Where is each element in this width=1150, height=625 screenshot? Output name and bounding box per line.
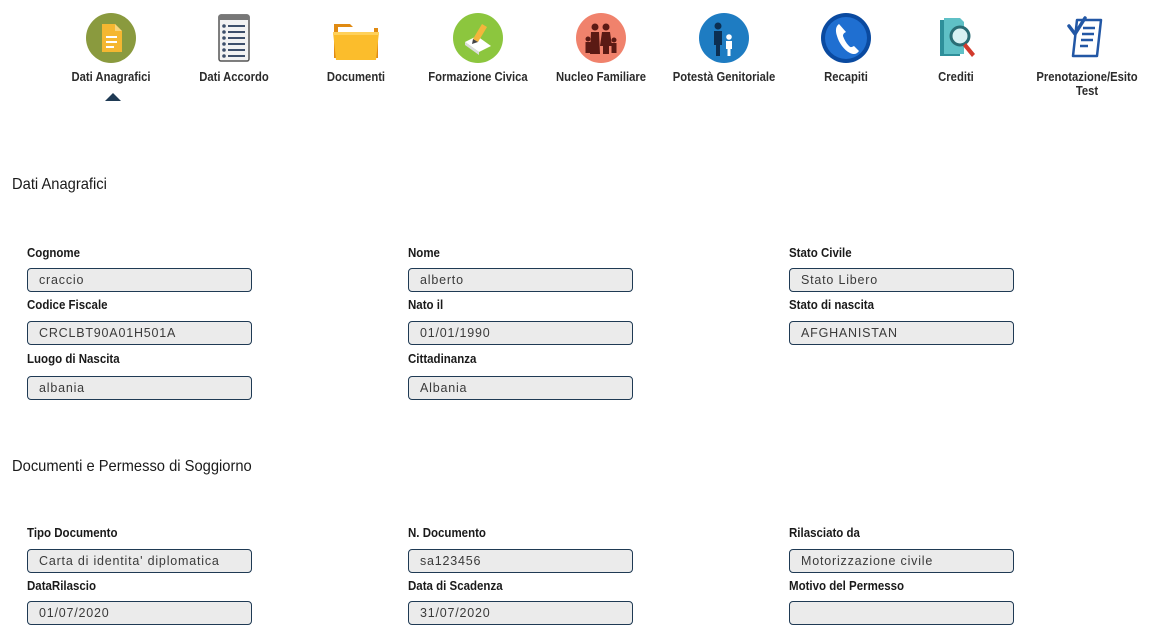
- section-title-documenti-permesso: Documenti e Permesso di Soggiorno: [12, 458, 252, 475]
- nav-label: Prenotazione/Esito Test: [1036, 70, 1138, 98]
- cittadinanza-field[interactable]: [408, 376, 633, 400]
- nav-item-formazione-civica[interactable]: Formazione Civica: [418, 12, 538, 84]
- nav-item-recapiti[interactable]: Recapiti: [786, 12, 906, 84]
- phone-icon: [821, 13, 871, 63]
- magnifier-document-icon: [940, 18, 975, 57]
- n-documento-field[interactable]: [408, 549, 633, 573]
- nav-label: Recapiti: [824, 70, 868, 84]
- nato-il-label: Nato il: [408, 298, 444, 312]
- tipo-documento-field[interactable]: [27, 549, 252, 573]
- codice-fiscale-field[interactable]: [27, 321, 252, 345]
- data-scadenza-field[interactable]: [408, 601, 633, 625]
- stato-civile-field[interactable]: [789, 268, 1014, 292]
- data-rilascio-label: DataRilascio: [27, 579, 97, 593]
- nav-item-prenotazione-esito-test[interactable]: Prenotazione/Esito Test: [1027, 12, 1147, 98]
- stato-nascita-label: Stato di nascita: [789, 298, 874, 312]
- nav-label: Dati Accordo: [199, 70, 269, 84]
- section-title-dati-anagrafici: Dati Anagrafici: [12, 176, 107, 193]
- nome-field[interactable]: [408, 268, 633, 292]
- document-icon: [86, 13, 136, 63]
- luogo-nascita-field[interactable]: [27, 376, 252, 400]
- nav-label: Nucleo Familiare: [555, 70, 647, 84]
- icon-navigation-bar: Dati Anagrafici Dati Accordo Documenti F…: [0, 0, 1150, 130]
- stato-nascita-field[interactable]: [789, 321, 1014, 345]
- nav-item-potesta-genitoriale[interactable]: Potestà Genitoriale: [664, 12, 784, 84]
- folder-icon: [333, 24, 379, 60]
- codice-fiscale-label: Codice Fiscale: [27, 298, 108, 312]
- data-scadenza-label: Data di Scadenza: [408, 579, 503, 593]
- n-documento-label: N. Documento: [408, 526, 486, 540]
- rilasciato-da-field[interactable]: [789, 549, 1014, 573]
- nav-item-documenti[interactable]: Documenti: [296, 12, 416, 84]
- nato-il-field[interactable]: [408, 321, 633, 345]
- clipboard-check-icon: [1067, 16, 1103, 58]
- cittadinanza-label: Cittadinanza: [408, 352, 477, 366]
- nav-label: Crediti: [938, 70, 974, 84]
- cognome-label: Cognome: [27, 246, 81, 260]
- nav-label: Potestà Genitoriale: [672, 70, 776, 84]
- data-rilascio-field[interactable]: [27, 601, 252, 625]
- nav-label: Documenti: [326, 70, 386, 84]
- checklist-icon: [218, 14, 250, 62]
- nav-item-dati-accordo[interactable]: Dati Accordo: [174, 12, 294, 84]
- nav-item-nucleo-familiare[interactable]: Nucleo Familiare: [541, 12, 661, 84]
- nav-item-crediti[interactable]: Crediti: [896, 12, 1016, 84]
- nome-label: Nome: [408, 246, 440, 260]
- pencil-book-icon: [453, 13, 503, 63]
- rilasciato-da-label: Rilasciato da: [789, 526, 860, 540]
- nav-label: Dati Anagrafici: [71, 70, 151, 84]
- luogo-nascita-label: Luogo di Nascita: [27, 352, 120, 366]
- family-icon: [576, 13, 626, 63]
- motivo-permesso-field[interactable]: [789, 601, 1014, 625]
- nav-item-dati-anagrafici[interactable]: Dati Anagrafici: [51, 12, 171, 84]
- active-tab-indicator: [105, 93, 121, 101]
- parent-child-icon: [699, 13, 749, 63]
- motivo-permesso-label: Motivo del Permesso: [789, 579, 905, 593]
- stato-civile-label: Stato Civile: [789, 246, 852, 260]
- nav-label: Formazione Civica: [428, 70, 528, 84]
- cognome-field[interactable]: [27, 268, 252, 292]
- tipo-documento-label: Tipo Documento: [27, 526, 118, 540]
